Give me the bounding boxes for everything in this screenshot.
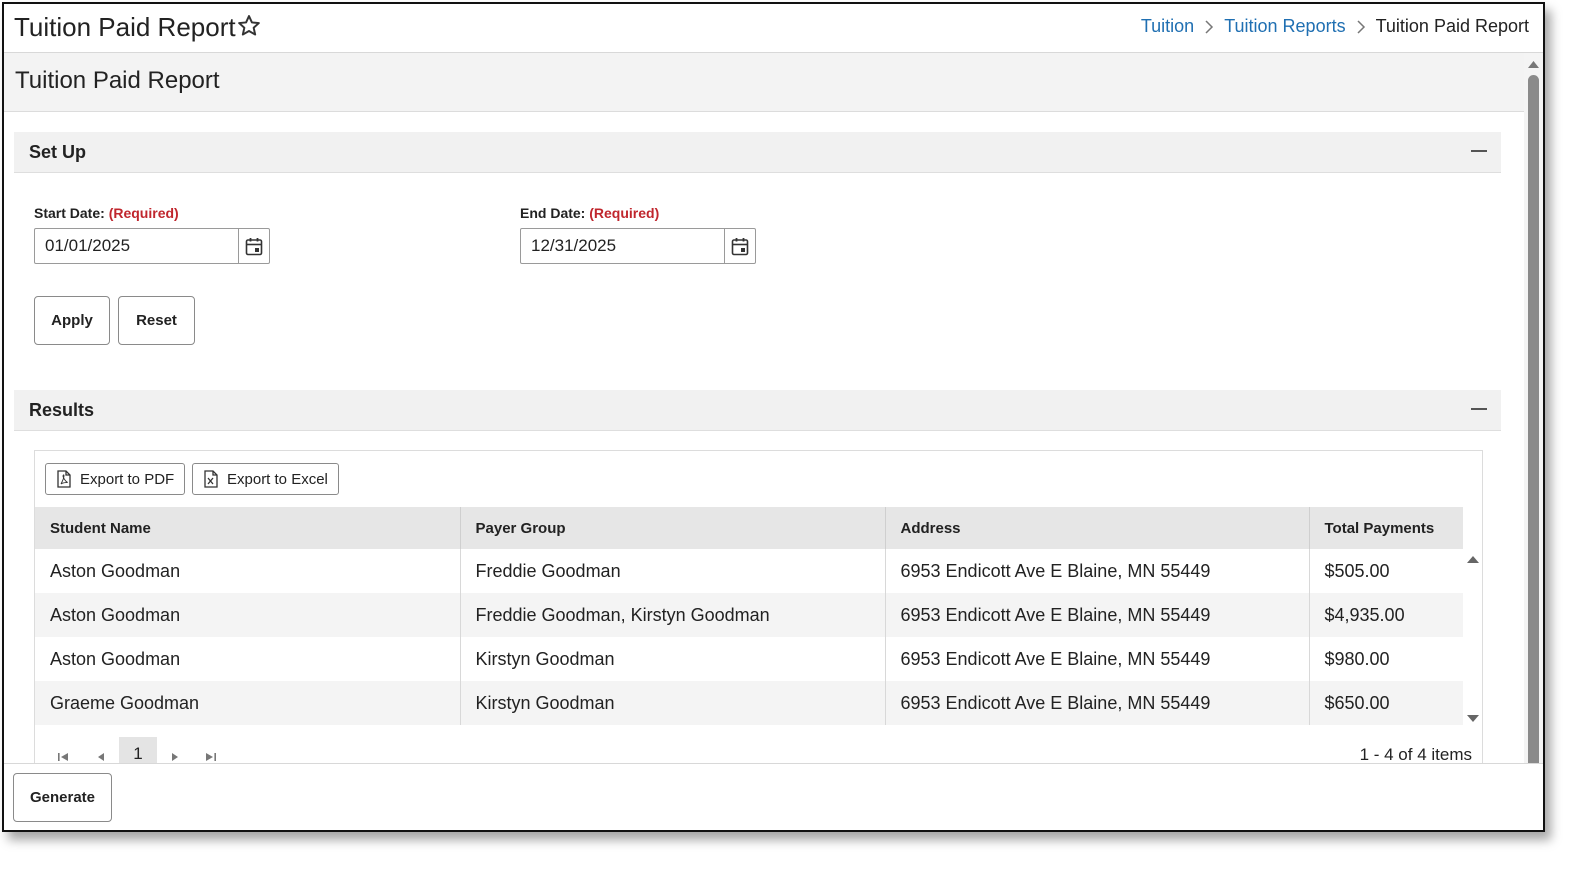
cell-address: 6953 Endicott Ave E Blaine, MN 55449	[884, 637, 1309, 681]
end-date-label: End Date: (Required)	[520, 205, 659, 221]
generate-button[interactable]: Generate	[13, 773, 112, 822]
table-row[interactable]: Aston Goodman Kirstyn Goodman 6953 Endic…	[35, 637, 1463, 681]
results-table: Student Name Payer Group Address Total P…	[35, 507, 1463, 725]
cell-address: 6953 Endicott Ave E Blaine, MN 55449	[884, 549, 1309, 593]
collapse-icon[interactable]	[1471, 408, 1487, 410]
report-title: Tuition Paid Report	[15, 67, 220, 94]
breadcrumb: Tuition Tuition Reports Tuition Paid Rep…	[1141, 16, 1529, 37]
calendar-icon	[245, 237, 263, 255]
cell-payer-group: Kirstyn Goodman	[459, 637, 885, 681]
grid-scrollbar[interactable]	[1464, 549, 1482, 727]
collapse-icon[interactable]	[1471, 150, 1487, 152]
cell-student-name: Aston Goodman	[50, 648, 181, 669]
column-header-student-name[interactable]: Student Name	[35, 507, 460, 549]
page-scrollbar[interactable]	[1524, 53, 1543, 764]
first-page-icon	[58, 753, 68, 761]
chevron-right-icon	[1357, 19, 1365, 34]
export-excel-button[interactable]: Export to Excel	[192, 463, 339, 495]
results-section-label: Results	[29, 400, 95, 420]
end-date-field	[520, 228, 756, 264]
end-date-calendar-button[interactable]	[724, 229, 755, 263]
calendar-icon	[731, 237, 749, 255]
footer-bar: Generate	[4, 763, 1543, 830]
export-pdf-button[interactable]: Export to PDF	[45, 463, 186, 495]
chevron-right-icon	[1205, 19, 1214, 34]
column-header-total-payments[interactable]: Total Payments	[1308, 507, 1463, 549]
results-section-header[interactable]: Results	[14, 390, 1501, 431]
cell-total-payments: $980.00	[1308, 637, 1463, 681]
page-number-button[interactable]: 1	[119, 737, 157, 764]
last-page-button[interactable]	[201, 747, 221, 764]
start-date-input[interactable]	[35, 229, 239, 263]
scrollbar-thumb[interactable]	[1528, 75, 1539, 764]
grid-pager: 1 1 - 4 of 4 items	[35, 737, 1482, 764]
last-page-icon	[206, 753, 216, 761]
scroll-up-arrow-icon[interactable]	[1464, 553, 1482, 565]
cell-student-name: Aston Goodman	[35, 593, 460, 637]
table-row[interactable]: Aston Goodman Freddie Goodman 6953 Endic…	[35, 549, 1463, 593]
breadcrumb-current: Tuition Paid Report	[1375, 16, 1529, 36]
export-excel-label: Export to Excel	[227, 470, 328, 488]
cell-total-payments: $650.00	[1308, 681, 1463, 725]
table-row[interactable]: Graeme Goodman Kirstyn Goodman 6953 Endi…	[35, 681, 1463, 725]
cell-student-name: Graeme Goodman	[35, 681, 460, 725]
pager-info: 1 - 4 of 4 items	[1359, 745, 1472, 764]
cell-total-payments: $505.00	[1308, 549, 1463, 593]
cell-payer-group: Freddie Goodman	[459, 549, 885, 593]
results-grid: Export to PDF Export to Excel Student Na…	[34, 450, 1483, 764]
cell-address: 6953 Endicott Ave E Blaine, MN 55449	[884, 593, 1309, 637]
breadcrumb-tuition-link[interactable]: Tuition	[1141, 16, 1194, 37]
main-content: Tuition Paid Report Set Up Start Date: (…	[4, 53, 1524, 764]
caret-right-icon	[172, 753, 178, 761]
scroll-down-arrow-icon[interactable]	[1464, 713, 1482, 725]
report-header: Tuition Paid Report	[4, 53, 1524, 112]
start-date-label: Start Date: (Required)	[34, 205, 179, 221]
first-page-button[interactable]	[53, 747, 73, 764]
column-header-address[interactable]: Address	[884, 507, 1309, 549]
app-window: Tuition Paid Report Tuition Tuition Repo…	[2, 2, 1545, 832]
start-date-label-text: Start Date:	[34, 205, 105, 221]
pdf-file-icon	[57, 470, 71, 488]
previous-page-button[interactable]	[91, 747, 111, 764]
cell-payer-group: Freddie Goodman, Kirstyn Goodman	[459, 593, 885, 637]
reset-button[interactable]: Reset	[118, 296, 195, 345]
next-page-button[interactable]	[165, 747, 185, 764]
table-header-row: Student Name Payer Group Address Total P…	[35, 507, 1463, 549]
caret-left-icon	[98, 753, 104, 761]
page-title: Tuition Paid Report	[14, 12, 236, 42]
excel-file-icon	[204, 470, 218, 488]
end-date-input[interactable]	[521, 229, 725, 263]
column-header-payer-group[interactable]: Payer Group	[459, 507, 885, 549]
table-row[interactable]: Aston Goodman Freddie Goodman, Kirstyn G…	[35, 593, 1463, 637]
cell-total-payments: $4,935.00	[1308, 593, 1463, 637]
start-date-calendar-button[interactable]	[238, 229, 269, 263]
cell-address: 6953 Endicott Ave E Blaine, MN 55449	[884, 681, 1309, 725]
required-indicator: (Required)	[108, 205, 179, 221]
cell-student-name: Aston Goodman	[50, 560, 181, 581]
cell-payer-group: Kirstyn Goodman	[459, 681, 885, 725]
start-date-field	[34, 228, 270, 264]
export-pdf-label: Export to PDF	[80, 470, 175, 488]
setup-section-header[interactable]: Set Up	[14, 132, 1501, 173]
end-date-label-text: End Date:	[520, 205, 586, 221]
setup-section-label: Set Up	[29, 142, 87, 162]
star-icon[interactable]	[236, 13, 262, 39]
required-indicator: (Required)	[589, 205, 660, 221]
top-bar: Tuition Paid Report Tuition Tuition Repo…	[4, 4, 1543, 53]
breadcrumb-tuition-reports-link[interactable]: Tuition Reports	[1224, 16, 1345, 37]
apply-button[interactable]: Apply	[34, 296, 110, 345]
scroll-up-arrow-icon[interactable]	[1524, 57, 1543, 71]
